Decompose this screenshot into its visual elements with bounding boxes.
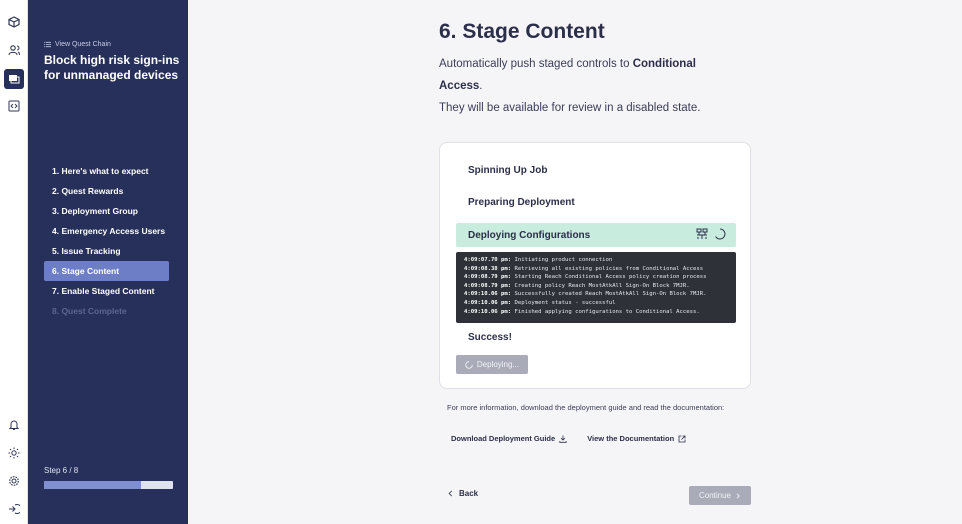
log-line: 4:09:08.79 pm: Creating policy Reach Mos… [464, 282, 728, 291]
step-item-2[interactable]: 2. Quest Rewards [44, 181, 169, 201]
log-message: Creating policy Reach MostAtkAll Sign-On… [511, 282, 690, 289]
spinner-icon [715, 228, 726, 240]
log-timestamp: 4:09:07.70 pm: [464, 257, 512, 263]
back-label: Back [459, 489, 479, 498]
log-message: Successfully created Reach MostAtkAll Si… [511, 291, 707, 298]
view-quest-chain-link[interactable]: View Quest Chain [44, 41, 111, 48]
log-line: 4:09:08.79 pm: Starting Reach Conditiona… [464, 273, 728, 282]
icon-rail [0, 0, 28, 524]
step-progress-fill [44, 481, 141, 489]
chevron-left-icon [448, 490, 453, 497]
download-guide-label: Download Deployment Guide [451, 434, 556, 443]
step-item-8: 8. Quest Complete [52, 306, 127, 316]
list-icon [44, 41, 51, 48]
desc-suffix: . [479, 80, 483, 92]
log-timestamp: 4:09:08.38 pm: [464, 265, 512, 272]
job-deploying-row: Deploying Configurations [456, 223, 736, 247]
deploying-label: Deploying... [476, 360, 520, 369]
step-item-1[interactable]: 1. Here's what to expect [44, 161, 169, 181]
continue-button[interactable]: Continue [689, 486, 751, 505]
log-timestamp: 4:09:10.06 pm: [464, 299, 512, 306]
quest-title: Block high risk sign-ins for unmanaged d… [44, 53, 180, 82]
log-message: Starting Reach Conditional Access policy… [511, 274, 707, 281]
network-icon [696, 228, 708, 239]
log-line: 4:09:10.06 pm: Finished applying configu… [464, 308, 728, 317]
step-item-4[interactable]: 4. Emergency Access Users [44, 221, 169, 241]
log-line: 4:09:08.38 pm: Retrieving all existing p… [464, 265, 728, 274]
deploying-button[interactable]: Deploying... [456, 355, 528, 374]
bell-icon[interactable] [4, 415, 24, 435]
spinner-icon [465, 360, 473, 369]
quest-icon[interactable] [4, 69, 24, 89]
log-message: Retrieving all existing policies from Co… [511, 265, 704, 272]
log-line: 4:09:10.06 pm: Successfully created Reac… [464, 290, 728, 299]
step-item-6[interactable]: 6. Stage Content [44, 261, 169, 281]
log-line: 4:09:10.06 pm: Deployment status - succe… [464, 299, 728, 308]
deployment-card: Spinning Up Job Preparing Deployment Dep… [439, 142, 751, 389]
view-docs-label: View the Documentation [587, 434, 675, 443]
desc-prefix: Automatically push staged controls to [439, 58, 633, 70]
logout-icon[interactable] [4, 499, 24, 519]
log-timestamp: 4:09:10.06 pm: [464, 308, 512, 315]
code-icon[interactable] [4, 96, 24, 116]
log-timestamp: 4:09:08.79 pm: [464, 282, 512, 289]
log-message: Finished applying configurations to Cond… [511, 308, 700, 315]
log-timestamp: 4:09:08.79 pm: [464, 274, 512, 281]
step-progress-bar [44, 481, 173, 489]
sun-icon[interactable] [4, 443, 24, 463]
external-link-icon [678, 435, 686, 442]
main-content: 6. Stage Content Automatically push stag… [188, 0, 962, 524]
chevron-right-icon [736, 492, 740, 499]
quest-sidebar: View Quest Chain Block high risk sign-in… [28, 0, 188, 524]
step-list: 1. Here's what to expect 2. Quest Reward… [44, 161, 169, 321]
job-deploying: Deploying Configurations [468, 230, 591, 241]
download-guide-link[interactable]: Download Deployment Guide [451, 434, 567, 443]
step-item-7[interactable]: 7. Enable Staged Content [44, 281, 169, 301]
deployment-log: 4:09:07.70 pm: Initiating product connec… [456, 252, 736, 323]
log-timestamp: 4:09:10.06 pm: [464, 291, 512, 298]
cube-icon[interactable] [4, 12, 24, 32]
job-preparing: Preparing Deployment [468, 197, 575, 208]
view-docs-link[interactable]: View the Documentation [587, 434, 686, 443]
log-message: Initiating product connection [511, 257, 613, 263]
continue-label: Continue [698, 491, 732, 500]
page-description: Automatically push staged controls to Co… [439, 53, 739, 119]
step-item-3[interactable]: 3. Deployment Group [44, 201, 169, 221]
more-info-text: For more information, download the deplo… [447, 403, 725, 412]
view-quest-chain-label: View Quest Chain [55, 41, 111, 48]
user-icon[interactable] [4, 40, 24, 60]
log-message: Deployment status - successful [511, 299, 616, 306]
job-spinning-up: Spinning Up Job [468, 165, 548, 176]
log-line: 4:09:07.70 pm: Initiating product connec… [464, 256, 728, 265]
page-title: 6. Stage Content [439, 20, 605, 43]
download-icon [559, 435, 567, 443]
desc-line-2: They will be available for review in a d… [439, 102, 701, 114]
settings-icon[interactable] [4, 471, 24, 491]
back-button[interactable]: Back [447, 489, 478, 498]
job-success: Success! [468, 332, 512, 343]
step-counter: Step 6 / 8 [44, 466, 79, 475]
step-item-5[interactable]: 5. Issue Tracking [44, 241, 169, 261]
